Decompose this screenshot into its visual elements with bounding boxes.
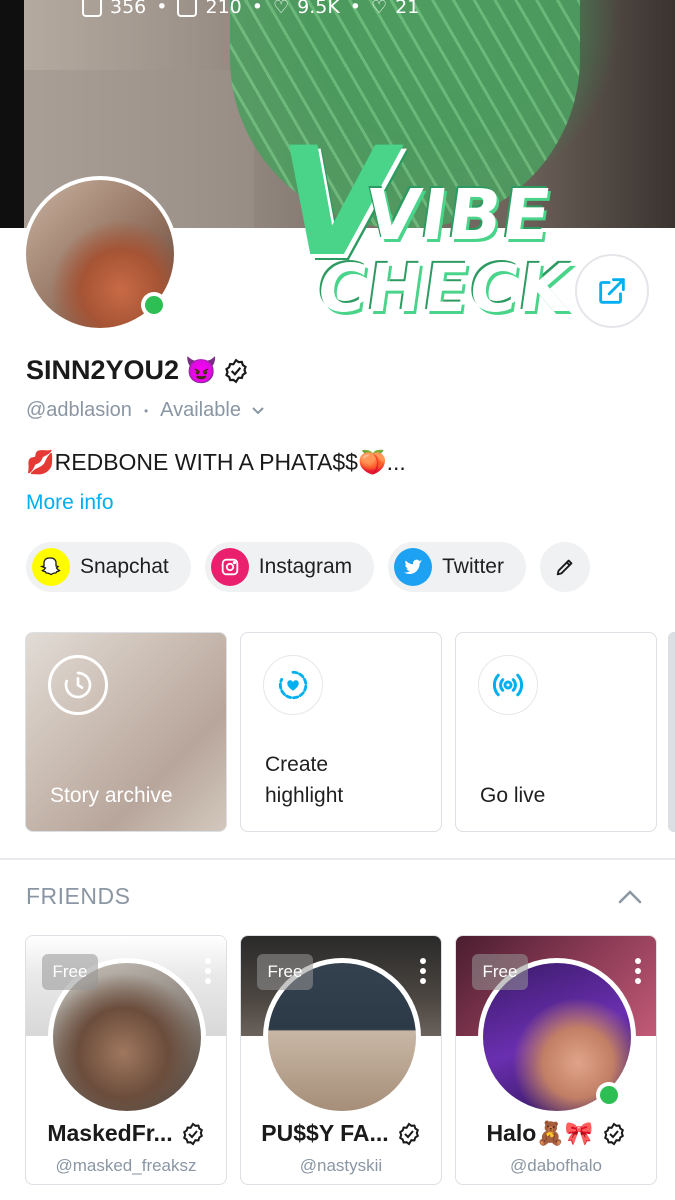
share-button[interactable] xyxy=(575,254,649,328)
more-options-icon[interactable] xyxy=(204,958,212,984)
friend-name: MaskedFr... xyxy=(47,1120,173,1146)
friends-heading: FRIENDS xyxy=(26,883,131,909)
friend-handle: @nastyskii xyxy=(299,1156,383,1175)
online-indicator xyxy=(596,1082,622,1108)
twitter-chip[interactable]: Twitter xyxy=(388,542,526,592)
profile-name: SINN2YOU2 😈 xyxy=(26,355,249,386)
share-icon xyxy=(599,278,625,304)
friend-handle: @masked_freaksz xyxy=(55,1156,197,1175)
friend-name: PU$$Y FA... xyxy=(261,1120,389,1146)
fans-stat: ♡ 21 xyxy=(371,0,419,18)
likes-stat: ♡ 9.5K xyxy=(273,0,340,18)
create-highlight-card[interactable]: Create highlight xyxy=(240,632,442,832)
broadcast-icon xyxy=(478,655,538,715)
snapchat-icon xyxy=(32,548,70,586)
clock-icon xyxy=(48,655,108,715)
story-cards: Story archive Create highlight Go live xyxy=(25,632,657,832)
online-indicator xyxy=(141,292,167,318)
verified-icon xyxy=(225,358,248,383)
heart-icon: ♡ xyxy=(272,0,290,18)
free-badge: Free xyxy=(42,954,98,990)
friend-card[interactable]: Free PU$$Y FA... @nastyskii xyxy=(240,935,442,1185)
chevron-up-icon[interactable] xyxy=(615,884,645,910)
chevron-down-icon xyxy=(252,406,264,414)
verified-icon xyxy=(182,1122,203,1145)
profile-stats: 356 • 210 • ♡ 9.5K • ♡ 21 xyxy=(82,0,419,22)
twitter-icon xyxy=(394,548,433,586)
free-badge: Free xyxy=(472,954,528,990)
story-archive-card[interactable]: Story archive xyxy=(25,632,227,832)
social-links: Snapchat Instagram Twitter xyxy=(26,542,590,592)
more-options-icon[interactable] xyxy=(419,958,427,984)
videos-stat: 210 xyxy=(177,0,242,18)
profile-handle: @adblasion xyxy=(26,399,132,421)
more-options-icon[interactable] xyxy=(634,958,642,984)
profile-page: 356 • 210 • ♡ 9.5K • ♡ 21 V VIBE CHECK S… xyxy=(0,0,675,1200)
friend-handle: @dabofhalo xyxy=(510,1156,602,1175)
highlight-heart-icon xyxy=(263,655,323,715)
handle-row: @adblasion • Available xyxy=(26,399,265,422)
video-icon xyxy=(177,0,198,17)
next-card-peek xyxy=(668,632,675,832)
go-live-card[interactable]: Go live xyxy=(455,632,657,832)
pencil-icon xyxy=(556,559,573,576)
section-divider xyxy=(0,858,675,860)
profile-bio: 💋REDBONE WITH A PHATA$$🍑... xyxy=(26,449,406,475)
image-icon xyxy=(82,0,102,17)
fans-icon: ♡ xyxy=(371,0,388,18)
friend-card[interactable]: Free MaskedFr... @masked_freaksz xyxy=(25,935,227,1185)
friends-list: Free MaskedFr... @masked_freaksz Free PU… xyxy=(25,935,657,1185)
instagram-icon xyxy=(210,548,249,586)
verified-icon xyxy=(603,1122,624,1145)
edit-socials-button[interactable] xyxy=(539,542,590,592)
free-badge: Free xyxy=(257,954,313,990)
photos-stat: 356 xyxy=(82,0,146,18)
friend-card[interactable]: Free Halo🧸🎀 @dabofhalo xyxy=(455,935,657,1185)
status-selector[interactable]: Available xyxy=(160,399,265,422)
instagram-chip[interactable]: Instagram xyxy=(204,542,375,592)
snapchat-chip[interactable]: Snapchat xyxy=(26,542,191,592)
friend-name: Halo🧸🎀 xyxy=(486,1120,594,1146)
more-info-link[interactable]: More info xyxy=(26,491,114,515)
verified-icon xyxy=(398,1122,419,1145)
